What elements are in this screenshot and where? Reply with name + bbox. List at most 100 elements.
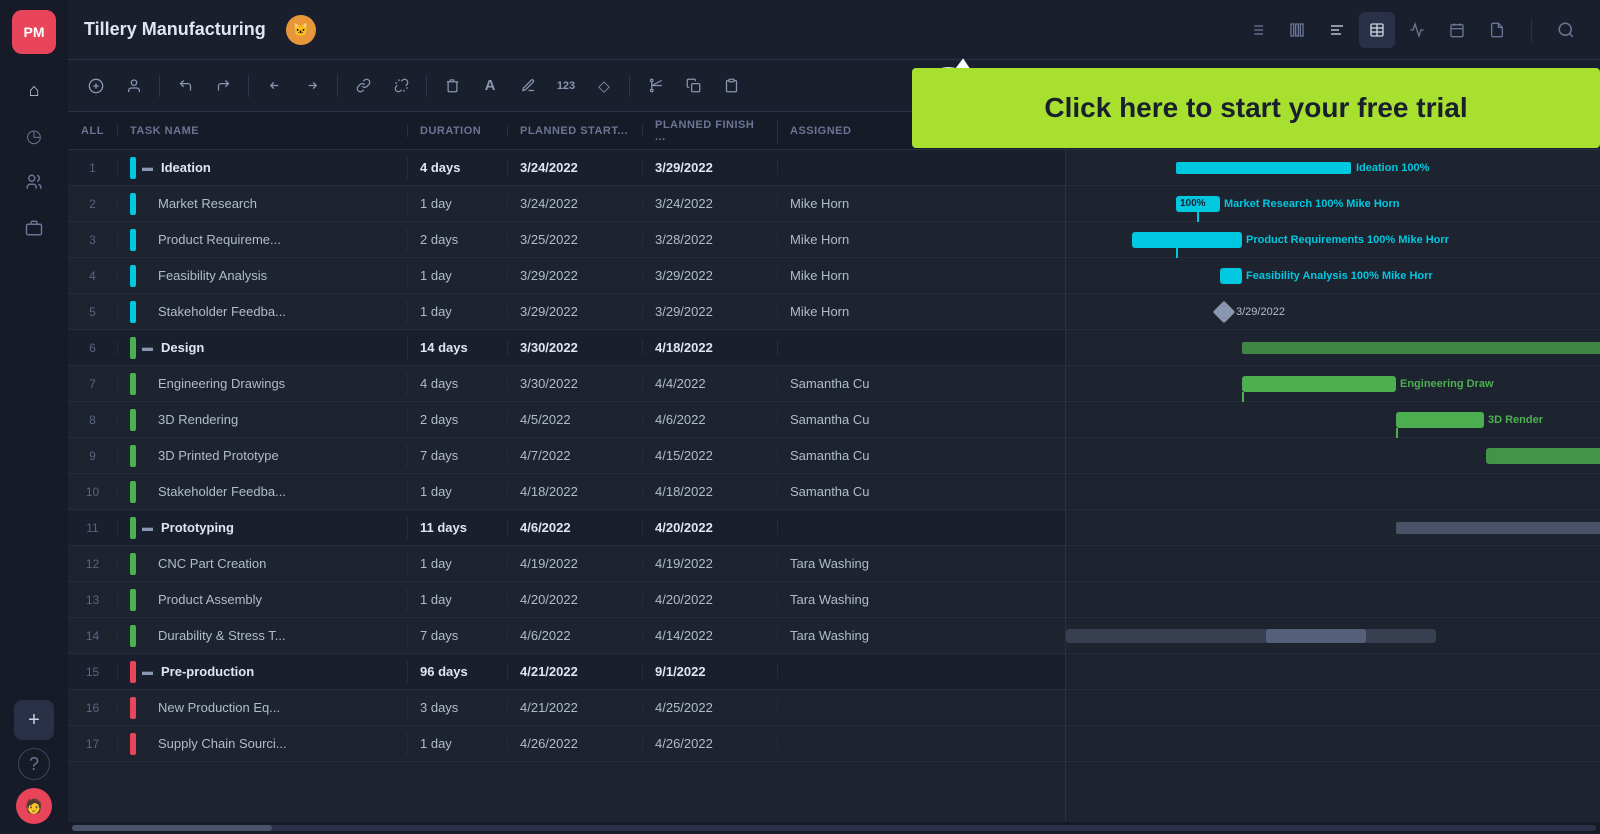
table-row[interactable]: 9 3D Printed Prototype 7 days 4/7/2022 4… (68, 438, 1065, 474)
gantt-bar (1396, 522, 1600, 534)
task-table: ALL TASK NAME DURATION PLANNED START... … (68, 112, 1066, 834)
gantt-bar: 100% (1176, 196, 1220, 212)
table-row[interactable]: 1 ▬ Ideation 4 days 3/24/2022 3/29/2022 (68, 150, 1065, 186)
chart-icon[interactable] (1399, 12, 1435, 48)
milestone-diamond (1213, 301, 1236, 324)
gantt-row: Feasibility Analysis 100% Mike Horr (1066, 258, 1600, 294)
project-title: Tillery Manufacturing (84, 19, 266, 40)
table-row[interactable]: 17 Supply Chain Sourci... 1 day 4/26/202… (68, 726, 1065, 762)
gantt-bar-label-outside: Market Research 100% Mike Horn (1224, 198, 1399, 210)
sidebar-item-add[interactable]: + (14, 700, 54, 740)
gantt-row (1066, 546, 1600, 582)
table-row[interactable]: 11 ▬ Prototyping 11 days 4/6/2022 4/20/2… (68, 510, 1065, 546)
sidebar-item-home[interactable]: ⌂ (14, 70, 54, 110)
table-row[interactable]: 13 Product Assembly 1 day 4/20/2022 4/20… (68, 582, 1065, 618)
sidebar-user-avatar[interactable]: 🧑 (16, 788, 52, 824)
table-row[interactable]: 10 Stakeholder Feedba... 1 day 4/18/2022… (68, 474, 1065, 510)
gantt-icon[interactable] (1319, 12, 1355, 48)
highlight-button[interactable] (512, 70, 544, 102)
copy-button[interactable] (677, 70, 709, 102)
sidebar-item-briefcase[interactable] (14, 208, 54, 248)
scrollbar-thumb[interactable] (72, 825, 272, 831)
table-row[interactable]: 7 Engineering Drawings 4 days 3/30/2022 … (68, 366, 1065, 402)
table-row[interactable]: 15 ▬ Pre-production 96 days 4/21/2022 9/… (68, 654, 1065, 690)
gantt-row (1066, 438, 1600, 474)
redo-button[interactable] (207, 70, 239, 102)
gantt-row (1066, 582, 1600, 618)
gantt-bar-label-outside: Feasibility Analysis 100% Mike Horr (1246, 270, 1433, 282)
sidebar-item-people[interactable] (14, 162, 54, 202)
doc-icon[interactable] (1479, 12, 1515, 48)
outdent-button[interactable] (258, 70, 290, 102)
col-finish: PLANNED FINISH ... (643, 119, 778, 143)
list-view-icon[interactable] (1239, 12, 1275, 48)
sidebar-item-help[interactable]: ? (18, 748, 50, 780)
table-scrollbar[interactable] (72, 825, 1596, 831)
gantt-row: Ideation 100% (1066, 150, 1600, 186)
table-view-icon[interactable] (1359, 12, 1395, 48)
user-avatar: 🐱 (286, 15, 316, 45)
table-row[interactable]: 14 Durability & Stress T... 7 days 4/6/2… (68, 618, 1065, 654)
gantt-bar-label-outside: Engineering Draw (1400, 378, 1494, 390)
add-person-button[interactable] (118, 70, 150, 102)
unlink-button[interactable] (385, 70, 417, 102)
gantt-row: Engineering Draw (1066, 366, 1600, 402)
table-row[interactable]: 2 Market Research 1 day 3/24/2022 3/24/2… (68, 186, 1065, 222)
table-row[interactable]: 4 Feasibility Analysis 1 day 3/29/2022 3… (68, 258, 1065, 294)
table-row[interactable]: 3 Product Requireme... 2 days 3/25/2022 … (68, 222, 1065, 258)
gantt-row (1066, 510, 1600, 546)
gantt-bar (1176, 162, 1351, 174)
shape-button[interactable]: ◇ (588, 70, 620, 102)
indent-button[interactable] (296, 70, 328, 102)
text-format-button[interactable]: A (474, 70, 506, 102)
table-row[interactable]: 12 CNC Part Creation 1 day 4/19/2022 4/1… (68, 546, 1065, 582)
gantt-bar (1066, 629, 1436, 643)
gantt-row (1066, 690, 1600, 726)
gantt-bar (1242, 342, 1600, 354)
gantt-bar (1220, 268, 1242, 284)
top-bar: Tillery Manufacturing 🐱 (68, 0, 1600, 60)
table-row[interactable]: 8 3D Rendering 2 days 4/5/2022 4/6/2022 … (68, 402, 1065, 438)
table-row[interactable]: 5 Stakeholder Feedba... 1 day 3/29/2022 … (68, 294, 1065, 330)
add-task-button[interactable] (80, 70, 112, 102)
gantt-row: Product Requirements 100% Mike Horr (1066, 222, 1600, 258)
gantt-row (1066, 654, 1600, 690)
gantt-bar (1132, 232, 1242, 248)
gantt-row: 100% Market Research 100% Mike Horn (1066, 186, 1600, 222)
gantt-milestone-label: 3/29/2022 (1236, 306, 1285, 318)
table-row[interactable]: 6 ▬ Design 14 days 3/30/2022 4/18/2022 (68, 330, 1065, 366)
gantt-bar (1266, 629, 1366, 643)
gantt-row: 3/29/2022 (1066, 294, 1600, 330)
gantt-row (1066, 618, 1600, 654)
scrollbar-area (68, 822, 1600, 834)
view-icons (1239, 12, 1515, 48)
gantt-bar-label-outside: 3D Render (1488, 414, 1543, 426)
gantt-bar-label: Ideation 100% (1356, 162, 1429, 174)
table-row[interactable]: 16 New Production Eq... 3 days 4/21/2022… (68, 690, 1065, 726)
col-task-name: TASK NAME (118, 125, 408, 137)
main-content: ALL TASK NAME DURATION PLANNED START... … (68, 112, 1600, 834)
cta-banner[interactable]: Click here to start your free trial (912, 68, 1600, 148)
paste-button[interactable] (715, 70, 747, 102)
sidebar: PM ⌂ ◷ + ? 🧑 (0, 0, 68, 834)
gantt-rows: Ideation 100% 100% Market Research 100% … (1066, 150, 1600, 762)
delete-button[interactable] (436, 70, 468, 102)
gantt-chart: MAR, 20 '22 W T F S S M T MAR, 27 '22 W … (1066, 112, 1600, 834)
number-button[interactable]: 123 (550, 70, 582, 102)
col-duration: DURATION (408, 125, 508, 137)
gantt-row (1066, 726, 1600, 762)
cut-button[interactable] (639, 70, 671, 102)
sidebar-item-clock[interactable]: ◷ (14, 116, 54, 156)
column-view-icon[interactable] (1279, 12, 1315, 48)
calendar-icon[interactable] (1439, 12, 1475, 48)
link-button[interactable] (347, 70, 379, 102)
gantt-row: 3D Render (1066, 402, 1600, 438)
gantt-bar (1242, 376, 1396, 392)
undo-button[interactable] (169, 70, 201, 102)
app-logo: PM (12, 10, 56, 54)
gantt-bar (1486, 448, 1600, 464)
search-icon[interactable] (1548, 12, 1584, 48)
gantt-bar-label-outside: Product Requirements 100% Mike Horr (1246, 234, 1449, 246)
gantt-bar (1396, 412, 1484, 428)
cta-text: Click here to start your free trial (1044, 92, 1467, 124)
